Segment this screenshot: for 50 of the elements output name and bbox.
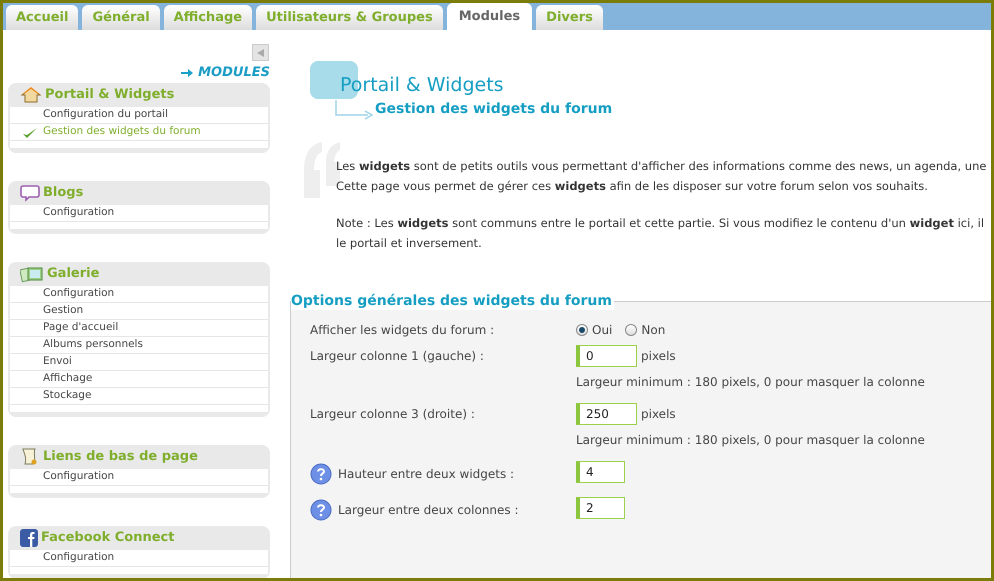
- arrow-right-icon: [181, 68, 194, 77]
- sidebar-link[interactable]: Gestion: [43, 302, 84, 318]
- number-field[interactable]: 4: [576, 460, 625, 482]
- sidebar-link[interactable]: Configuration: [43, 286, 114, 302]
- section-title: Facebook Connect: [41, 528, 174, 547]
- check-icon: [22, 126, 38, 138]
- speech-bubble-icon: [20, 184, 40, 202]
- sidebar-link[interactable]: Configuration: [43, 468, 114, 484]
- section-title: Galerie: [47, 264, 100, 283]
- unit-label: pixels: [641, 406, 676, 422]
- triangle-left-icon: [256, 48, 264, 56]
- help-icon[interactable]: [310, 462, 332, 484]
- radio-button[interactable]: [625, 324, 638, 336]
- sidebar-link[interactable]: Albums personnels: [43, 336, 143, 352]
- section-title: Blogs: [43, 184, 84, 202]
- field-label: Hauteur entre deux widgets :: [338, 466, 514, 482]
- sidebar-link[interactable]: Page d'accueil: [43, 320, 118, 336]
- number-field[interactable]: 250: [576, 402, 637, 424]
- photos-icon: [20, 264, 44, 282]
- section-title: Liens de bas de page: [43, 448, 198, 466]
- field-hint: Largeur minimum : 180 pixels, 0 pour masquer la colonne: [576, 374, 925, 390]
- sidebar-link[interactable]: Stockage: [43, 388, 92, 404]
- page-title: Portail & Widgets: [340, 73, 504, 98]
- sidebar-link[interactable]: Affichage: [43, 370, 92, 386]
- section-title: Portail & Widgets: [45, 86, 174, 104]
- sidebar-link[interactable]: Configuration: [43, 550, 114, 566]
- field-label: Largeur colonne 1 (gauche) :: [310, 348, 484, 364]
- fieldset-legend: Options générales des widgets du forum: [291, 292, 614, 310]
- elbow-arrow-icon: [335, 100, 373, 120]
- field-label: Largeur entre deux colonnes :: [338, 502, 519, 518]
- number-field[interactable]: 2: [576, 496, 625, 518]
- description-paragraph: Les widgets sont de petits outils vous permettant d'afficher des informations comme des news, un agenda, une Cette page vous permet de gérer ces widgets afin de les disposer sur votre forum selon vos souhaits.: [336, 158, 986, 194]
- unit-label: pixels: [641, 348, 676, 364]
- page-subtitle: Gestion des widgets du forum: [375, 100, 612, 118]
- field-hint: Largeur minimum : 180 pixels, 0 pour masquer la colonne: [576, 432, 925, 448]
- number-field[interactable]: 0: [576, 344, 637, 366]
- house-icon: [20, 86, 42, 104]
- field-label: Afficher les widgets du forum :: [310, 322, 496, 338]
- sidebar-link[interactable]: Envoi: [43, 354, 72, 370]
- radio-label: Non: [641, 322, 666, 338]
- help-icon[interactable]: [310, 498, 332, 520]
- field-label: Largeur colonne 3 (droite) :: [310, 406, 475, 422]
- sidebar-link[interactable]: Configuration du portail: [43, 106, 168, 122]
- tab[interactable]: Modules: [446, 3, 532, 30]
- sidebar-link[interactable]: Configuration: [43, 204, 114, 220]
- radio-button[interactable]: [576, 324, 588, 336]
- facebook-icon: [20, 528, 38, 546]
- description-paragraph: Note : Les widgets sont communs entre le portail et cette partie. Si vous modifiez le contenu d'un widget ici, il le portail et inversement.: [336, 214, 986, 252]
- sidebar-heading: MODULES: [198, 64, 270, 82]
- radio-label: Oui: [592, 322, 612, 338]
